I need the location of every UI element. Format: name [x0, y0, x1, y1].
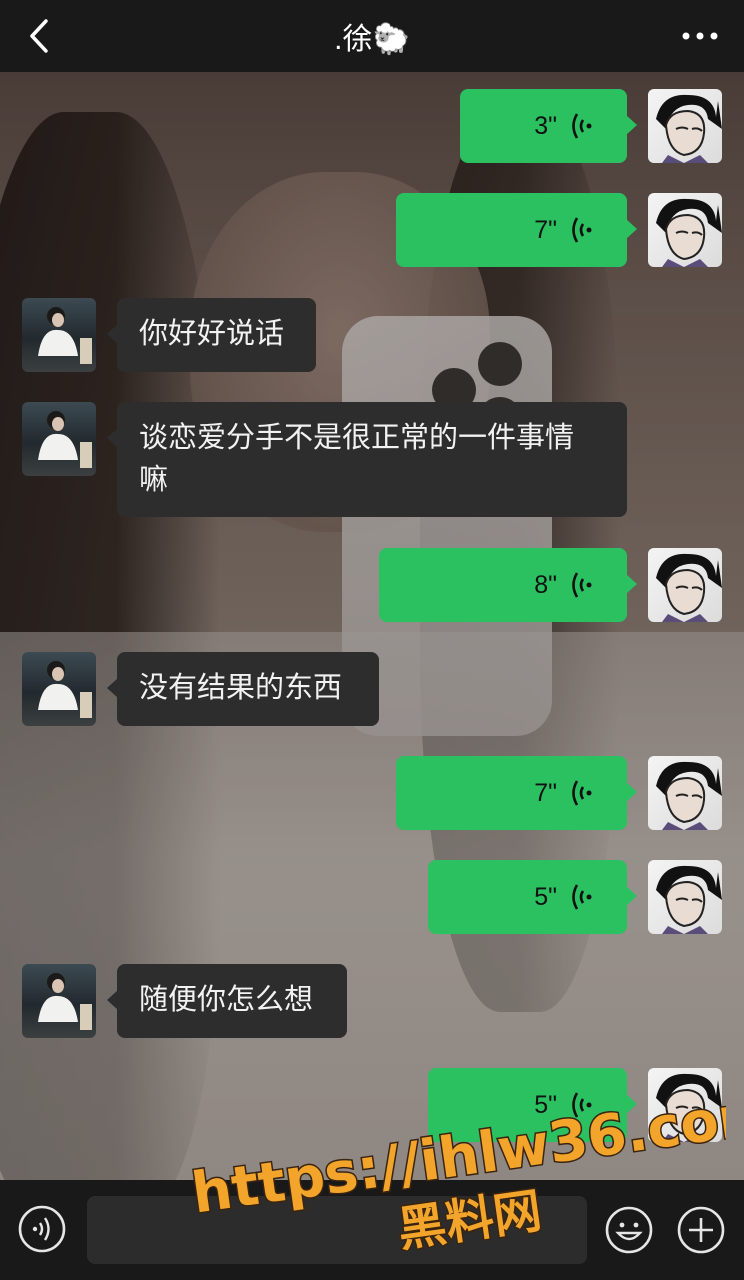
- message-text-line: 谈恋爱分手不是很正常的一件事情: [139, 420, 575, 454]
- voice-duration: 7": [534, 215, 557, 244]
- voice-duration: 8": [534, 570, 557, 599]
- chevron-left-icon[interactable]: [20, 16, 60, 56]
- contact-avatar[interactable]: [22, 402, 96, 476]
- chat-header: .徐🐑: [0, 0, 744, 72]
- voice-wave-icon: [572, 217, 592, 243]
- message-text: 随便你怎么想: [139, 982, 314, 1016]
- text-message-bubble[interactable]: 没有结果的东西: [107, 652, 379, 726]
- plus-icon[interactable]: [676, 1205, 726, 1255]
- contact-avatar[interactable]: [22, 298, 96, 372]
- chat-title: .徐🐑: [334, 23, 410, 56]
- message-input[interactable]: [87, 1196, 587, 1264]
- message-text: 你好好说话: [139, 316, 285, 350]
- voice-wave-icon: [572, 780, 592, 806]
- voice-message-bubble[interactable]: 3": [460, 89, 637, 163]
- voice-wave-icon: [572, 572, 592, 598]
- voice-duration: 3": [534, 111, 557, 140]
- contact-avatar[interactable]: [22, 652, 96, 726]
- voice-wave-icon: [572, 1092, 592, 1118]
- text-message-bubble[interactable]: 你好好说话: [107, 298, 316, 372]
- voice-message-bubble[interactable]: 7": [396, 193, 637, 267]
- voice-input-icon[interactable]: [18, 1205, 66, 1253]
- voice-duration: 5": [534, 882, 557, 911]
- message-text: 没有结果的东西: [139, 670, 343, 704]
- text-message-bubble[interactable]: 谈恋爱分手不是很正常的一件事情 嘛: [107, 402, 627, 517]
- anime-character-avatar-image: [656, 198, 722, 267]
- voice-message-bubble[interactable]: 8": [379, 548, 637, 622]
- voice-duration: 7": [534, 778, 557, 807]
- voice-message-bubble[interactable]: 5": [428, 860, 637, 934]
- my-avatar[interactable]: [648, 193, 722, 267]
- voice-message-bubble[interactable]: 5": [428, 1068, 637, 1142]
- my-avatar[interactable]: [648, 89, 722, 163]
- anime-character-avatar-image: [656, 1073, 722, 1142]
- voice-duration: 5": [534, 1090, 557, 1119]
- voice-wave-icon: [572, 884, 592, 910]
- my-avatar[interactable]: [648, 756, 722, 830]
- contact-photo-avatar-image: [38, 973, 92, 1030]
- anime-character-avatar-image: [656, 865, 722, 934]
- contact-photo-avatar-image: [38, 661, 92, 718]
- contact-photo-avatar-image: [38, 307, 92, 364]
- contact-avatar[interactable]: [22, 964, 96, 1038]
- anime-character-avatar-image: [656, 94, 722, 163]
- text-message-bubble[interactable]: 随便你怎么想: [107, 964, 347, 1038]
- more-icon[interactable]: [678, 18, 722, 54]
- my-avatar[interactable]: [648, 548, 722, 622]
- contact-photo-avatar-image: [38, 411, 92, 468]
- anime-character-avatar-image: [656, 761, 722, 830]
- voice-wave-icon: [572, 113, 592, 139]
- anime-character-avatar-image: [656, 553, 722, 622]
- my-avatar[interactable]: [648, 1068, 722, 1142]
- message-text-line: 嘛: [139, 462, 169, 496]
- voice-message-bubble[interactable]: 7": [396, 756, 637, 830]
- emoji-icon[interactable]: [604, 1205, 654, 1255]
- my-avatar[interactable]: [648, 860, 722, 934]
